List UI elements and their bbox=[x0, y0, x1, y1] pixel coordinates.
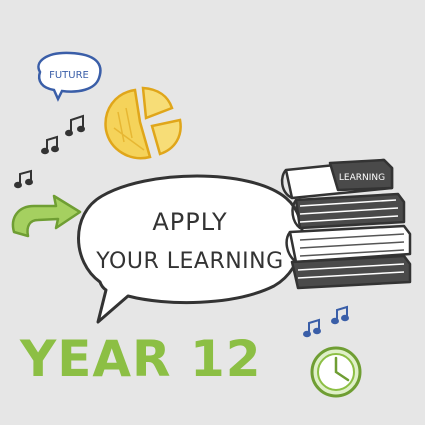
pie-chart-icon bbox=[104, 86, 182, 160]
future-bubble-text: FUTURE bbox=[49, 70, 89, 81]
clock-icon bbox=[310, 346, 362, 398]
book-spine-text: LEARNING bbox=[339, 173, 385, 183]
future-speech-bubble-icon: FUTURE bbox=[37, 51, 102, 102]
main-speech-bubble: APPLY YOUR LEARNING bbox=[77, 174, 304, 324]
books-icon: LEARNING bbox=[280, 158, 412, 290]
year-12-title: YEAR 12 bbox=[20, 330, 262, 388]
music-notes-icon bbox=[14, 114, 85, 189]
bubble-text-your-learning: YOUR LEARNING bbox=[95, 249, 283, 274]
arrow-icon bbox=[11, 194, 82, 238]
year12-banner: FUTURE APPLY YOUR LEARNING LEARNING YEAR… bbox=[0, 0, 425, 425]
bubble-text-apply: APPLY bbox=[152, 208, 227, 236]
blue-music-notes-icon bbox=[303, 305, 349, 338]
